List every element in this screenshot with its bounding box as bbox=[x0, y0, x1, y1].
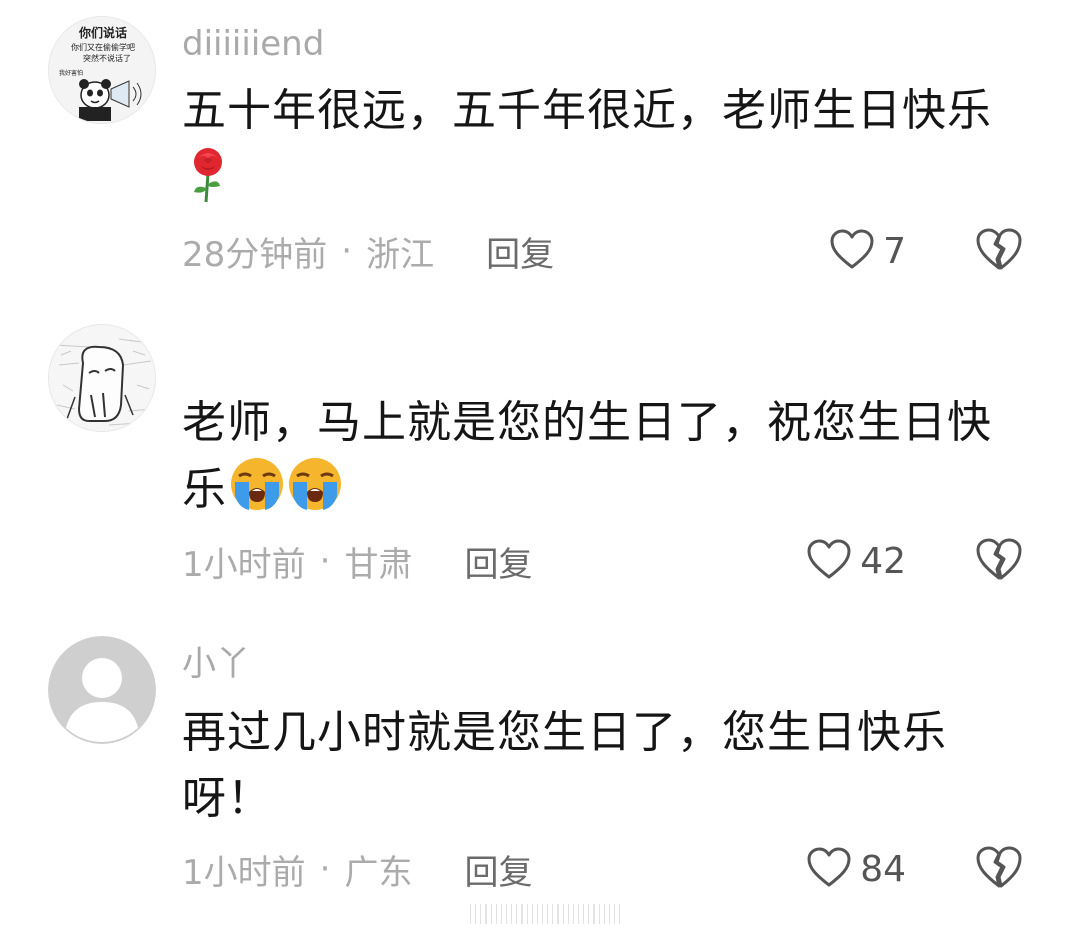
comment-meta: 28分钟前 · 浙江 回复 bbox=[182, 226, 554, 276]
like-count: 7 bbox=[883, 230, 906, 272]
avatar-text-line: 你们说话 bbox=[78, 25, 127, 40]
timestamp: 28分钟前 bbox=[182, 234, 328, 275]
sketch-drawing-avatar-image bbox=[49, 325, 155, 431]
location: 广东 bbox=[344, 852, 413, 893]
avatar[interactable]: 你们说话 你们又在偷偷学吧 突然不说话了 我好害怕 bbox=[48, 16, 156, 124]
comment-text: 老师，马上就是您的生日了，祝您生日快乐 bbox=[182, 390, 1002, 531]
avatar-text-line: 我好害怕 bbox=[59, 69, 83, 77]
like-button[interactable]: 7 bbox=[829, 226, 906, 276]
separator-dot: · bbox=[319, 849, 331, 889]
reply-button[interactable]: 回复 bbox=[486, 227, 554, 276]
default-user-icon bbox=[48, 636, 156, 744]
panda-meme-avatar-image: 你们说话 你们又在偷偷学吧 突然不说话了 我好害怕 bbox=[49, 17, 155, 123]
reply-button[interactable]: 回复 bbox=[464, 537, 532, 586]
comment-text: 再过几小时就是您生日了，您生日快乐呀！ bbox=[182, 700, 1002, 832]
reply-button[interactable]: 回复 bbox=[464, 845, 532, 894]
comment-text-body: 五十年很远，五千年很近，老师生日快乐 bbox=[182, 85, 992, 136]
location: 浙江 bbox=[366, 234, 435, 275]
loudly-crying-face-emoji-icon bbox=[229, 456, 285, 531]
dislike-button[interactable] bbox=[974, 844, 1024, 894]
comment-meta: 1小时前 · 广东 回复 bbox=[182, 844, 532, 894]
timestamp: 1小时前 bbox=[182, 852, 306, 893]
rose-emoji-icon bbox=[184, 144, 232, 223]
avatar-text-line: 你们又在偷偷学吧 bbox=[71, 42, 135, 52]
heart-outline-icon bbox=[806, 538, 852, 584]
comment-text-body: 再过几小时就是您生日了，您生日快乐呀！ bbox=[182, 707, 947, 824]
separator-dot: · bbox=[319, 541, 331, 581]
timestamp: 1小时前 bbox=[182, 544, 306, 585]
comment-text: 五十年很远，五千年很近，老师生日快乐 bbox=[182, 78, 1002, 223]
like-count: 42 bbox=[860, 540, 906, 582]
username[interactable]: diiiiiiend bbox=[182, 24, 324, 64]
like-count: 84 bbox=[860, 848, 906, 890]
broken-heart-icon bbox=[974, 228, 1024, 276]
broken-heart-icon bbox=[974, 846, 1024, 894]
broken-heart-icon bbox=[974, 538, 1024, 586]
avatar[interactable] bbox=[48, 636, 156, 744]
like-button[interactable]: 42 bbox=[806, 536, 906, 586]
separator-dot: · bbox=[341, 231, 353, 271]
username[interactable]: 小丫 bbox=[182, 644, 250, 684]
loudly-crying-face-emoji-icon bbox=[287, 456, 343, 531]
avatar-text-line: 突然不说话了 bbox=[83, 53, 131, 63]
avatar[interactable] bbox=[48, 324, 156, 432]
comment-meta: 1小时前 · 甘肃 回复 bbox=[182, 536, 532, 586]
watermark-bar-decoration bbox=[470, 904, 621, 924]
location: 甘肃 bbox=[344, 544, 413, 585]
heart-outline-icon bbox=[829, 228, 875, 274]
heart-outline-icon bbox=[806, 846, 852, 892]
dislike-button[interactable] bbox=[974, 226, 1024, 276]
dislike-button[interactable] bbox=[974, 536, 1024, 586]
like-button[interactable]: 84 bbox=[806, 844, 906, 894]
